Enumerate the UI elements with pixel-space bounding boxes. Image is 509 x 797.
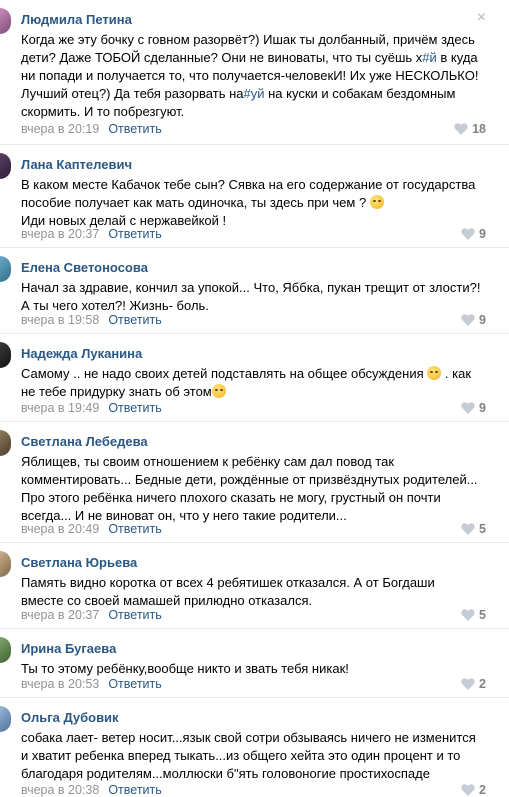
like-button[interactable]: 9 — [461, 313, 486, 327]
comment-text: Самому .. не надо своих детей подставлят… — [21, 366, 472, 399]
comment-date[interactable]: вчера в 20:37 — [21, 608, 99, 622]
avatar[interactable] — [0, 637, 11, 663]
comment-text: Начал за здравие, кончил за упокой... Чт… — [21, 280, 481, 313]
comment-author[interactable]: Светлана Лебедева — [21, 434, 148, 449]
comment-text: Когда же эту бочку с говном разорвёт?) И… — [21, 32, 479, 119]
comment-meta: вчера в 20:53 Ответить — [21, 677, 162, 691]
like-button[interactable]: 5 — [461, 522, 486, 536]
like-button[interactable]: 9 — [461, 401, 486, 415]
comment-meta: вчера в 20:37 Ответить — [21, 608, 162, 622]
heart-icon — [461, 314, 475, 326]
smiley-emoji-icon — [211, 384, 226, 398]
like-count: 5 — [479, 522, 486, 536]
heart-icon — [461, 678, 475, 690]
like-button[interactable]: 9 — [461, 227, 486, 241]
comment-item: Светлана Юрьева Память видно коротка от … — [0, 543, 509, 629]
comment-item: Лана Каптелевич В каком месте Кабачок те… — [0, 145, 509, 248]
comment-meta: вчера в 19:58 Ответить — [21, 313, 162, 327]
heart-icon — [461, 609, 475, 621]
smiley-emoji-icon — [427, 366, 442, 380]
like-count: 9 — [479, 227, 486, 241]
comment-author[interactable]: Надежда Луканина — [21, 346, 142, 361]
comment-text: Ты то этому ребёнку,вообще никто и звать… — [21, 661, 349, 676]
comment-date[interactable]: вчера в 20:49 — [21, 522, 99, 536]
avatar[interactable] — [0, 342, 11, 368]
reply-button[interactable]: Ответить — [108, 608, 161, 622]
close-icon[interactable]: × — [477, 10, 486, 26]
comment-date[interactable]: вчера в 20:53 — [21, 677, 99, 691]
like-button[interactable]: 5 — [461, 608, 486, 622]
avatar[interactable] — [0, 153, 11, 179]
comment-author[interactable]: Людмила Петина — [21, 12, 132, 27]
comments-list: Людмила Петина × Когда же эту бочку с го… — [0, 0, 509, 797]
comment-author[interactable]: Ольга Дубовик — [21, 710, 119, 725]
like-count: 2 — [479, 783, 486, 797]
heart-icon — [461, 402, 475, 414]
like-count: 5 — [479, 608, 486, 622]
avatar[interactable] — [0, 256, 11, 282]
comment-text: В каком месте Кабачок тебе сын? Сявка на… — [21, 177, 476, 228]
hashtag-link[interactable]: #й — [422, 50, 437, 65]
comment-meta: вчера в 20:37 Ответить — [21, 227, 162, 241]
comment-meta: вчера в 19:49 Ответить — [21, 401, 162, 415]
comment-item: Надежда Луканина Самому .. не надо своих… — [0, 334, 509, 422]
comment-item: Елена Светоносова Начал за здравие, конч… — [0, 248, 509, 334]
reply-button[interactable]: Ответить — [108, 401, 161, 415]
reply-button[interactable]: Ответить — [108, 122, 161, 136]
reply-button[interactable]: Ответить — [108, 313, 161, 327]
comment-date[interactable]: вчера в 20:38 — [21, 783, 99, 797]
reply-button[interactable]: Ответить — [108, 783, 161, 797]
comment-author[interactable]: Елена Светоносова — [21, 260, 148, 275]
comment-author[interactable]: Лана Каптелевич — [21, 157, 132, 172]
like-button[interactable]: 18 — [454, 122, 486, 136]
like-count: 18 — [472, 122, 486, 136]
like-count: 9 — [479, 401, 486, 415]
comment-meta: вчера в 20:19 Ответить — [21, 122, 162, 136]
like-count: 2 — [479, 677, 486, 691]
hashtag-link[interactable]: #уй — [244, 86, 265, 101]
like-button[interactable]: 2 — [461, 783, 486, 797]
comment-date[interactable]: вчера в 20:37 — [21, 227, 99, 241]
like-button[interactable]: 2 — [461, 677, 486, 691]
comment-item: Ирина Бугаева Ты то этому ребёнку,вообще… — [0, 629, 509, 698]
heart-icon — [461, 523, 475, 535]
comment-item: Людмила Петина × Когда же эту бочку с го… — [0, 0, 509, 145]
comment-date[interactable]: вчера в 19:58 — [21, 313, 99, 327]
like-count: 9 — [479, 313, 486, 327]
comment-item: Светлана Лебедева Яблищев, ты своим отно… — [0, 422, 509, 543]
avatar[interactable] — [0, 551, 11, 577]
comment-text: Память видно коротка от всех 4 ребятишек… — [21, 575, 435, 608]
reply-button[interactable]: Ответить — [108, 677, 161, 691]
comment-author[interactable]: Ирина Бугаева — [21, 641, 116, 656]
comment-date[interactable]: вчера в 20:19 — [21, 122, 99, 136]
comment-author[interactable]: Светлана Юрьева — [21, 555, 137, 570]
comment-date[interactable]: вчера в 19:49 — [21, 401, 99, 415]
reply-button[interactable]: Ответить — [108, 522, 161, 536]
comment-meta: вчера в 20:38 Ответить — [21, 783, 162, 797]
smiley-emoji-icon — [369, 195, 384, 209]
avatar[interactable] — [0, 430, 11, 456]
comment-text: собака лает- ветер носит...язык свой сот… — [21, 730, 476, 781]
reply-button[interactable]: Ответить — [108, 227, 161, 241]
comment-item: Ольга Дубовик собака лает- ветер носит..… — [0, 698, 509, 797]
avatar[interactable] — [0, 706, 11, 732]
avatar[interactable] — [0, 8, 11, 34]
heart-icon — [461, 228, 475, 240]
comment-text: Яблищев, ты своим отношением к ребёнку с… — [21, 454, 478, 523]
comment-meta: вчера в 20:49 Ответить — [21, 522, 162, 536]
heart-icon — [454, 123, 468, 135]
